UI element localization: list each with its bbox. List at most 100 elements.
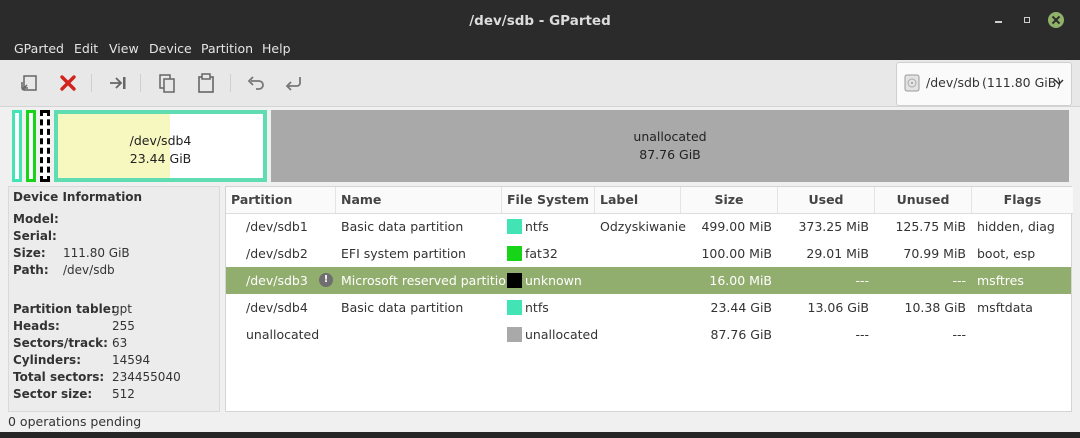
status-bar: 0 operations pending	[0, 412, 1080, 432]
close-button[interactable]	[1048, 12, 1064, 28]
heads-value: 255	[112, 319, 135, 333]
column-label[interactable]: Label	[595, 187, 681, 213]
minimize-button[interactable]	[991, 12, 1007, 28]
chevron-down-icon	[1054, 75, 1064, 90]
device-selector[interactable]: /dev/sdb (111.80 GiB)	[896, 62, 1072, 106]
column-partition[interactable]: Partition	[226, 187, 336, 213]
segment-size: 23.44 GiB	[129, 151, 192, 166]
title-bar: /dev/sdb - GParted	[0, 0, 1080, 38]
cell-used: ---	[855, 273, 869, 288]
cell-partition: /dev/sdb2	[246, 246, 308, 261]
maximize-button[interactable]	[1019, 12, 1035, 28]
table-row[interactable]: unallocated unallocated 87.76 GiB --- --…	[226, 321, 1071, 348]
cell-unused: ---	[952, 273, 966, 288]
cell-used: 13.06 GiB	[807, 300, 870, 315]
cell-size: 16.00 MiB	[709, 273, 772, 288]
cylinders-value: 14594	[112, 353, 151, 367]
undo-icon[interactable]	[245, 72, 267, 94]
toolbar-separator	[230, 74, 231, 92]
cell-partition: /dev/sdb4	[246, 300, 308, 315]
fs-color-swatch	[507, 327, 522, 342]
toolbar-separator	[91, 74, 92, 92]
device-size: (111.80 GiB)	[982, 75, 1062, 90]
sectors-track-label: Sectors/track:	[13, 336, 108, 350]
column-name[interactable]: Name	[336, 187, 502, 213]
total-sectors-value: 234455040	[112, 370, 181, 384]
segment-name: unallocated	[633, 129, 707, 144]
cell-unused: 70.99 MiB	[903, 246, 966, 261]
menu-help[interactable]: Help	[262, 40, 291, 58]
new-partition-icon[interactable]	[18, 72, 40, 94]
size-value: 111.80 GiB	[63, 246, 130, 260]
toolbar-separator	[140, 74, 141, 92]
table-header: Partition Name File System Label Size Us…	[226, 187, 1073, 214]
cell-label: Odzyskiwanie	[600, 219, 686, 234]
path-label: Path:	[13, 263, 49, 277]
paste-icon[interactable]	[195, 72, 217, 94]
column-flags[interactable]: Flags	[972, 187, 1073, 213]
fs-color-swatch	[507, 219, 522, 234]
partition-table-value: gpt	[112, 302, 132, 316]
sectors-track-value: 63	[112, 336, 128, 350]
cell-flags: boot, esp	[977, 246, 1036, 261]
disk-segment-sdb1[interactable]	[12, 110, 22, 182]
column-size[interactable]: Size	[681, 187, 778, 213]
disk-segment-sdb4[interactable]: /dev/sdb4 23.44 GiB	[54, 110, 267, 182]
menu-partition[interactable]: Partition	[201, 40, 253, 58]
cell-size: 87.76 GiB	[710, 327, 773, 342]
menu-edit[interactable]: Edit	[74, 40, 98, 58]
cell-unused: ---	[952, 327, 966, 342]
device-path: /dev/sdb	[926, 75, 980, 90]
menu-bar: GParted Edit View Device Partition Help	[0, 38, 1080, 60]
path-value: /dev/sdb	[63, 263, 115, 277]
resize-move-icon[interactable]	[107, 72, 129, 94]
table-row[interactable]: /dev/sdb2 EFI system partition fat32 100…	[226, 240, 1071, 267]
table-row[interactable]: /dev/sdb1 Basic data partition ntfs Odzy…	[226, 213, 1071, 240]
delete-icon[interactable]	[57, 72, 79, 94]
copy-icon[interactable]	[156, 72, 178, 94]
cell-file-system: unknown	[525, 273, 582, 288]
menu-gparted[interactable]: GParted	[14, 40, 64, 58]
table-row[interactable]: /dev/sdb4 Basic data partition ntfs 23.4…	[226, 294, 1071, 321]
cell-partition: unallocated	[246, 327, 320, 342]
window-bottom-edge	[0, 432, 1080, 438]
cell-size: 23.44 GiB	[710, 300, 773, 315]
menu-device[interactable]: Device	[149, 40, 192, 58]
total-sectors-label: Total sectors:	[13, 370, 105, 384]
cylinders-label: Cylinders:	[13, 353, 81, 367]
partition-table: Partition Name File System Label Size Us…	[225, 186, 1073, 412]
cell-file-system: ntfs	[525, 219, 549, 234]
disk-map: /dev/sdb4 23.44 GiB unallocated 87.76 Gi…	[10, 110, 1070, 182]
cell-used: ---	[855, 327, 869, 342]
device-info-heading: Device Information	[13, 190, 143, 204]
table-row-selected[interactable]: /dev/sdb3 ! Microsoft reserved partition…	[226, 267, 1071, 294]
cell-used: 29.01 MiB	[806, 246, 869, 261]
disk-icon	[904, 74, 920, 92]
apply-icon[interactable]	[283, 72, 305, 94]
segment-size: 87.76 GiB	[639, 147, 701, 162]
fs-color-swatch	[507, 246, 522, 261]
column-used[interactable]: Used	[778, 187, 875, 213]
cell-name: Microsoft reserved partition	[341, 273, 514, 288]
fs-color-swatch	[507, 300, 522, 315]
model-label: Model:	[13, 212, 59, 226]
cell-file-system: unallocated	[525, 327, 599, 342]
disk-segment-sdb3[interactable]	[40, 110, 50, 182]
window-title: /dev/sdb - GParted	[469, 13, 611, 29]
menu-view[interactable]: View	[109, 40, 139, 58]
sector-size-label: Sector size:	[13, 387, 93, 401]
segment-name: /dev/sdb4	[129, 133, 192, 148]
column-unused[interactable]: Unused	[875, 187, 972, 213]
cell-file-system: ntfs	[525, 300, 549, 315]
cell-flags: msftres	[977, 273, 1024, 288]
cell-unused: 10.38 GiB	[904, 300, 967, 315]
disk-segment-sdb2[interactable]	[26, 110, 36, 182]
gparted-window: /dev/sdb - GParted GParted Edit View Dev…	[0, 0, 1080, 438]
cell-size: 100.00 MiB	[701, 246, 772, 261]
column-file-system[interactable]: File System	[502, 187, 595, 213]
device-info-panel: Device Information Model: Serial: Size: …	[8, 186, 220, 412]
disk-segment-unallocated[interactable]: unallocated 87.76 GiB	[271, 110, 1069, 182]
cell-unused: 125.75 MiB	[895, 219, 966, 234]
heads-label: Heads:	[13, 319, 60, 333]
cell-partition: /dev/sdb1	[246, 219, 308, 234]
